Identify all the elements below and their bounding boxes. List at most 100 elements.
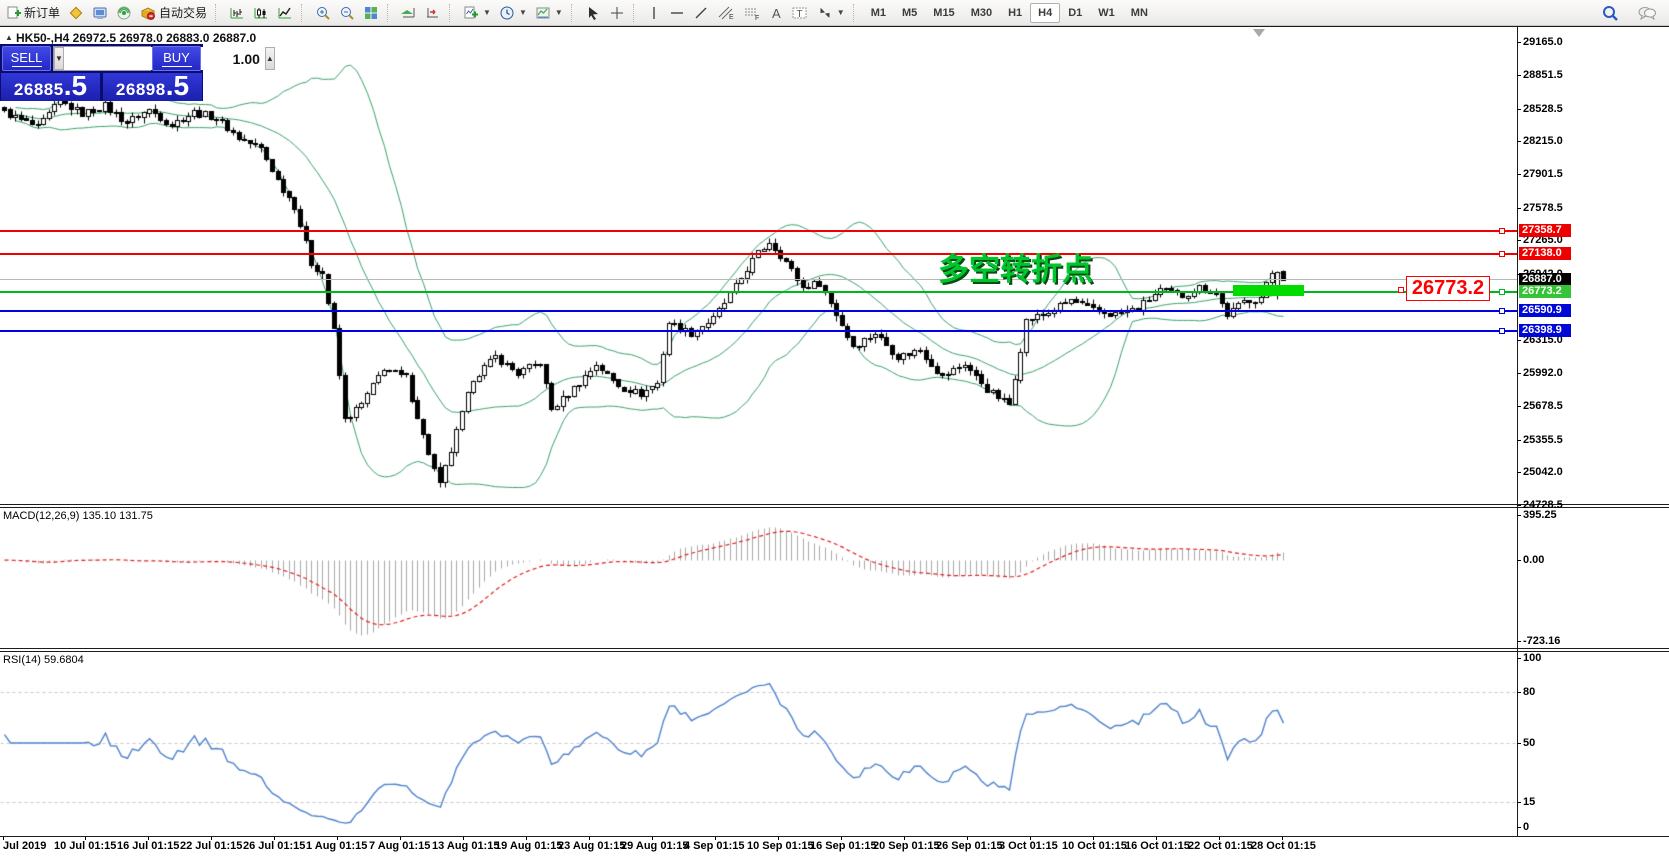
- price-level-tag-26773.2: 26773.2: [1519, 285, 1571, 298]
- time-axis-tick: [1282, 837, 1283, 840]
- mt4-window: { "toolbar": { "new_order_label": "新订单",…: [0, 0, 1669, 858]
- ask-frac: .5: [165, 70, 190, 101]
- time-axis-label: 22 Oct 01:15: [1188, 840, 1253, 852]
- axis-tick-mark: [1517, 75, 1521, 76]
- time-axis-label: 10 Sep 01:15: [747, 840, 814, 852]
- time-axis-label: 4 Sep 01:15: [684, 840, 745, 852]
- current-price-line: [0, 279, 1517, 280]
- time-axis-label: 16 Oct 01:15: [1125, 840, 1190, 852]
- ask-price-display[interactable]: 26898 .5: [103, 70, 202, 101]
- time-axis-label: Jul 2019: [3, 840, 47, 852]
- line-handle[interactable]: [1499, 308, 1505, 314]
- chart-shift-marker[interactable]: [1253, 29, 1265, 37]
- pane-separator[interactable]: [0, 507, 1669, 508]
- axis-tick-label: 0.00: [1523, 554, 1545, 566]
- line-handle[interactable]: [1499, 251, 1505, 257]
- axis-tick-mark: [1517, 440, 1521, 441]
- time-axis-label: 13 Aug 01:15: [432, 840, 500, 852]
- time-axis-label: 29 Aug 01:15: [621, 840, 689, 852]
- axis-tick-mark: [1517, 560, 1521, 561]
- pane-separator[interactable]: [0, 651, 1669, 652]
- axis-tick-mark: [1517, 641, 1521, 642]
- axis-tick-mark: [1517, 109, 1521, 110]
- axis-tick-label: 28215.0: [1523, 135, 1563, 147]
- time-axis-label: 28 Oct 01:15: [1251, 840, 1316, 852]
- axis-tick-label: 25992.0: [1523, 367, 1563, 379]
- time-axis-label: 1 Aug 01:15: [306, 840, 368, 852]
- macd-label: MACD(12,26,9) 135.10 131.75: [3, 510, 153, 522]
- buy-button[interactable]: BUY: [152, 46, 201, 71]
- axis-tick-label: 0: [1523, 821, 1530, 833]
- volume-stepper: ▼ ▲: [53, 46, 275, 71]
- time-axis-label: 22 Jul 01:15: [180, 840, 243, 852]
- horizontal-line-27358.7[interactable]: [0, 230, 1517, 232]
- axis-tick-mark: [1517, 472, 1521, 473]
- chart-title-ohlc: HK50-,H4 26972.5 26978.0 26883.0 26887.0: [16, 31, 257, 45]
- time-axis-tick: [274, 837, 275, 840]
- axis-tick-mark: [1517, 340, 1521, 341]
- horizontal-line-27138.0[interactable]: [0, 253, 1517, 255]
- axis-tick-label: 28528.5: [1523, 103, 1563, 115]
- axis-tick-label: 28851.5: [1523, 69, 1563, 81]
- pane-separator[interactable]: [0, 648, 1669, 649]
- axis-tick-mark: [1517, 802, 1521, 803]
- time-axis-border: [0, 836, 1669, 837]
- bid-main: 26885: [13, 80, 64, 99]
- time-axis-tick: [85, 837, 86, 840]
- axis-tick-mark: [1517, 141, 1521, 142]
- buy-underline: [161, 66, 192, 67]
- time-axis-label: 26 Sep 01:15: [936, 840, 1003, 852]
- time-axis-tick: [1030, 837, 1031, 840]
- time-axis-label: 16 Jul 01:15: [117, 840, 180, 852]
- bid-price-display[interactable]: 26885 .5: [1, 72, 100, 101]
- axis-tick-label: 100: [1523, 652, 1542, 664]
- axis-tick-mark: [1517, 208, 1521, 209]
- sell-underline: [11, 66, 42, 67]
- axis-tick-label: -723.16: [1523, 635, 1561, 647]
- ask-main: 26898: [115, 80, 166, 99]
- price-tag-handle[interactable]: [1398, 287, 1404, 293]
- axis-tick-mark: [1517, 515, 1521, 516]
- line-handle[interactable]: [1499, 328, 1505, 334]
- time-axis-tick: [1219, 837, 1220, 840]
- axis-tick-label: 27578.5: [1523, 202, 1563, 214]
- highlight-rectangle[interactable]: [1233, 285, 1304, 296]
- time-axis-label: 16 Sep 01:15: [810, 840, 877, 852]
- axis-tick-label: 80: [1523, 686, 1536, 698]
- axis-tick-label: 25355.5: [1523, 434, 1563, 446]
- axis-tick-mark: [1517, 42, 1521, 43]
- panel-collapse-arrow[interactable]: ▲: [5, 33, 13, 42]
- sell-button[interactable]: SELL: [2, 46, 51, 71]
- axis-tick-label: 15: [1523, 796, 1536, 808]
- volume-increase-button[interactable]: ▲: [264, 47, 275, 70]
- pane-separator[interactable]: [0, 504, 1669, 505]
- one-click-trading-panel: SELL ▼ ▲ BUY 26885 .5 26898 .5: [0, 44, 275, 101]
- axis-tick-label: 395.25: [1523, 509, 1557, 521]
- axis-tick-label: 25678.5: [1523, 400, 1563, 412]
- price-tag-annotation[interactable]: 26773.2: [1406, 276, 1490, 301]
- price-level-tag-26398.9: 26398.9: [1519, 324, 1571, 337]
- axis-tick-label: 25042.0: [1523, 466, 1563, 478]
- horizontal-line-26590.9[interactable]: [0, 310, 1517, 312]
- line-handle[interactable]: [1499, 228, 1505, 234]
- axis-tick-mark: [1517, 692, 1521, 693]
- time-axis-tick: [778, 837, 779, 840]
- time-axis-label: 3 Oct 01:15: [999, 840, 1058, 852]
- pivot-annotation-text[interactable]: 多空转折点: [938, 244, 1093, 289]
- chart-canvas[interactable]: [0, 0, 1669, 858]
- time-axis-label: 19 Aug 01:15: [495, 840, 563, 852]
- line-handle[interactable]: [1499, 289, 1505, 295]
- volume-decrease-button[interactable]: ▼: [54, 47, 64, 70]
- time-axis-label: 20 Sep 01:15: [873, 840, 940, 852]
- price-level-tag-27358.7: 27358.7: [1519, 224, 1571, 237]
- axis-tick-label: 27901.5: [1523, 168, 1563, 180]
- time-axis-tick: [841, 837, 842, 840]
- time-axis-label: 10 Oct 01:15: [1062, 840, 1127, 852]
- time-axis-tick: [3, 837, 4, 840]
- horizontal-line-26398.9[interactable]: [0, 330, 1517, 332]
- rsi-label: RSI(14) 59.6804: [3, 654, 84, 666]
- time-axis-tick: [652, 837, 653, 840]
- price-level-tag-27138.0: 27138.0: [1519, 247, 1571, 260]
- time-axis-label: 10 Jul 01:15: [54, 840, 117, 852]
- axis-tick-mark: [1517, 743, 1521, 744]
